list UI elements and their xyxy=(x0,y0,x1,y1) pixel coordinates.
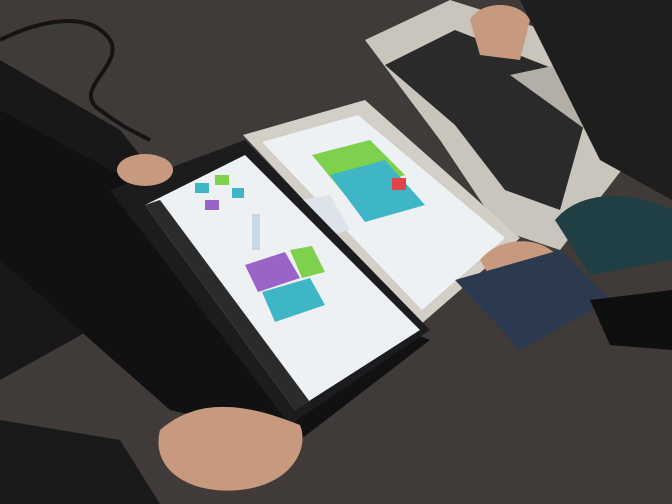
mac-plan-red-block xyxy=(392,178,406,190)
thumbnail-2 xyxy=(215,175,229,185)
thumbnail-1 xyxy=(195,183,209,193)
win-plan-bar xyxy=(252,214,260,250)
thumbnail-3 xyxy=(232,188,244,198)
photo-scene xyxy=(0,0,672,504)
left-hand-top xyxy=(117,154,173,186)
thumbnail-4 xyxy=(205,200,219,210)
scene-svg xyxy=(0,0,672,504)
